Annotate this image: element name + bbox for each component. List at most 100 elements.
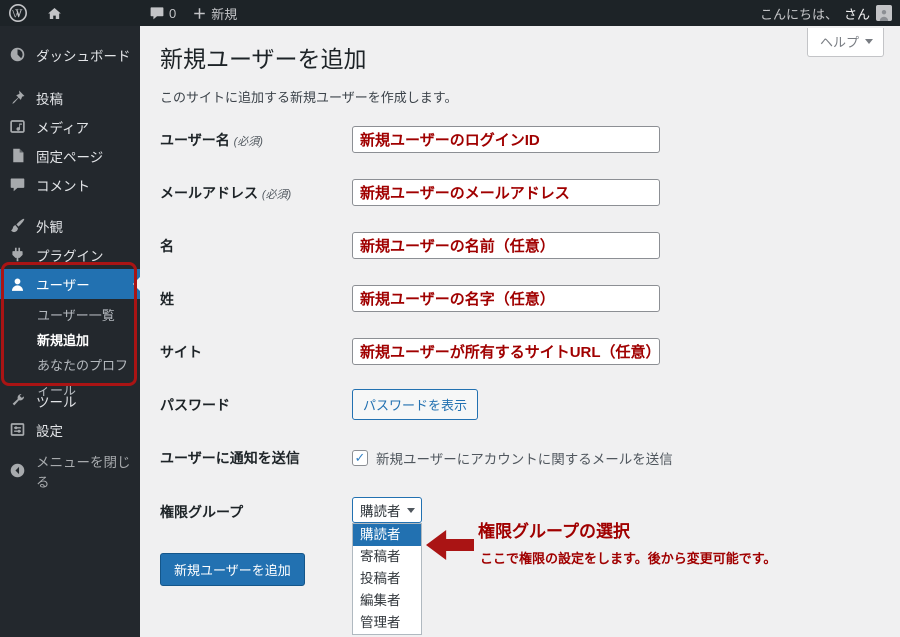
- submenu-item-user-list[interactable]: ユーザー一覧: [0, 303, 140, 328]
- annotation-arrow-left-icon: [426, 530, 474, 560]
- comments-count: 0: [169, 5, 177, 21]
- page-subtitle: このサイトに追加する新規ユーザーを作成します。: [160, 90, 458, 105]
- sidebar-item-label: コメント: [36, 178, 90, 194]
- sidebar-item-pages[interactable]: 固定ページ: [0, 141, 140, 170]
- wordpress-logo-icon: [9, 4, 27, 22]
- sidebar-item-users[interactable]: ユーザー: [0, 269, 140, 299]
- pin-icon: [12, 90, 25, 104]
- admin-sidebar: ダッシュボード 投稿 メディア 固定ページ コメント 外観 プラグイン ユーザー…: [0, 26, 140, 637]
- sidebar-item-appearance[interactable]: 外観: [0, 211, 140, 240]
- required-note: (必須): [261, 188, 292, 201]
- role-option-editor[interactable]: 編集者: [353, 590, 421, 612]
- sidebar-item-label: 投稿: [36, 91, 63, 107]
- role-select[interactable]: 購読者: [352, 497, 422, 523]
- collapse-icon: [10, 463, 25, 478]
- comments-icon: [10, 178, 25, 192]
- form-row-role: 権限グループ 購読者 購読者 寄稿者 投稿者 編集者 管理者 新規ユーザーを追加…: [160, 497, 880, 637]
- website-label: サイト: [160, 343, 202, 360]
- form-row-username: ユーザー名 (必須): [160, 126, 880, 153]
- first-name-field[interactable]: [352, 232, 660, 259]
- appearance-icon: [11, 218, 25, 233]
- password-label: パスワード: [160, 396, 230, 413]
- role-option-subscriber[interactable]: 購読者: [353, 524, 421, 546]
- sidebar-item-media[interactable]: メディア: [0, 112, 140, 141]
- form-row-email: メールアドレス (必須): [160, 179, 880, 206]
- send-notification-checkbox[interactable]: ✓: [352, 449, 368, 466]
- sidebar-item-label: 固定ページ: [36, 149, 104, 165]
- media-icon: [10, 120, 25, 133]
- site-home-link[interactable]: [38, 0, 71, 26]
- role-option-contributor[interactable]: 寄稿者: [353, 546, 421, 568]
- admin-bar-account[interactable]: こんにちは、 さん: [760, 4, 900, 23]
- last-name-label: 姓: [160, 290, 174, 307]
- person-icon: [879, 9, 889, 21]
- main-content: ヘルプ 新規ユーザーを追加 このサイトに追加する新規ユーザーを作成します。 ユー…: [140, 26, 900, 637]
- email-field[interactable]: [352, 179, 660, 206]
- account-name: さん: [843, 6, 870, 22]
- comment-bubble-icon: [150, 7, 164, 20]
- form-row-website: サイト: [160, 338, 880, 365]
- users-icon: [11, 278, 24, 291]
- sidebar-item-label: ダッシュボード: [36, 48, 131, 64]
- comments-shortcut[interactable]: 0: [141, 0, 184, 26]
- notification-checkbox-label: 新規ユーザーにアカウントに関するメールを送信: [376, 451, 673, 467]
- chevron-down-icon: [865, 39, 873, 48]
- annotation-body: ここで権限の設定をします。後から変更可能です。: [480, 551, 777, 566]
- sidebar-item-plugins[interactable]: プラグイン: [0, 240, 140, 269]
- email-label: メールアドレス (必須): [160, 184, 292, 201]
- form-row-password: パスワード パスワードを表示: [160, 389, 880, 420]
- dashboard-icon: [10, 47, 25, 62]
- sidebar-item-label: 設定: [36, 423, 63, 439]
- sidebar-item-label: メディア: [36, 120, 90, 136]
- new-content-button[interactable]: 新規: [184, 0, 245, 26]
- add-new-user-button[interactable]: 新規ユーザーを追加: [160, 553, 305, 586]
- plus-icon: [194, 7, 205, 19]
- role-dropdown-list: 購読者 寄稿者 投稿者 編集者 管理者: [352, 523, 422, 635]
- form-row-last-name: 姓: [160, 285, 880, 312]
- role-selected-value: 購読者: [360, 504, 401, 519]
- collapse-menu-button[interactable]: メニューを閉じる: [0, 455, 140, 490]
- sidebar-item-posts[interactable]: 投稿: [0, 83, 140, 112]
- last-name-field[interactable]: [352, 285, 660, 312]
- required-note: (必須): [233, 135, 263, 148]
- submenu-item-add-new[interactable]: 新規追加: [0, 328, 140, 353]
- page-title: 新規ユーザーを追加: [160, 46, 367, 72]
- avatar: [876, 5, 892, 21]
- form-row-first-name: 名: [160, 232, 880, 259]
- sidebar-item-tools[interactable]: ツール: [0, 386, 140, 415]
- wordpress-logo-icon[interactable]: [0, 0, 36, 26]
- role-label: 権限グループ: [160, 504, 244, 520]
- username-label: ユーザー名 (必須): [160, 131, 263, 148]
- website-field[interactable]: [352, 338, 660, 365]
- add-user-form: ユーザー名 (必須) メールアドレス (必須) 名 姓 サイト パスワード: [160, 126, 880, 637]
- notification-label: ユーザーに通知を送信: [160, 449, 300, 466]
- sidebar-item-label: プラグイン: [36, 248, 104, 264]
- new-content-label: 新規: [211, 6, 238, 22]
- sidebar-item-comments[interactable]: コメント: [0, 170, 140, 199]
- role-option-author[interactable]: 投稿者: [353, 568, 421, 590]
- sidebar-item-label: メニューを閉じる: [36, 454, 131, 490]
- first-name-label: 名: [160, 237, 174, 254]
- plugin-icon: [12, 247, 23, 262]
- show-password-button[interactable]: パスワードを表示: [352, 389, 479, 420]
- home-icon: [48, 7, 61, 19]
- sidebar-item-settings[interactable]: 設定: [0, 415, 140, 444]
- greeting-text: こんにちは、: [759, 6, 838, 22]
- tools-icon: [12, 393, 25, 406]
- sidebar-item-label: ツール: [36, 394, 77, 410]
- users-submenu: ユーザー一覧 新規追加 あなたのプロフィール: [0, 299, 140, 398]
- sidebar-item-dashboard[interactable]: ダッシュボード: [0, 40, 140, 69]
- help-label: ヘルプ: [819, 35, 859, 50]
- admin-bar: 0 新規 こんにちは、 さん: [0, 0, 900, 26]
- username-field[interactable]: [352, 126, 660, 153]
- help-button[interactable]: ヘルプ: [806, 28, 884, 57]
- role-option-administrator[interactable]: 管理者: [353, 612, 421, 634]
- sidebar-item-label: ユーザー: [36, 278, 90, 293]
- active-menu-arrow-icon: [133, 277, 140, 291]
- submenu-item-your-profile[interactable]: あなたのプロフィール: [0, 353, 140, 398]
- chevron-down-icon: [407, 507, 415, 517]
- form-row-notification: ユーザーに通知を送信 ✓ 新規ユーザーにアカウントに関するメールを送信: [160, 444, 880, 471]
- pages-icon: [13, 148, 24, 163]
- sidebar-item-label: 外観: [36, 219, 63, 235]
- annotation-heading: 権限グループの選択: [478, 522, 630, 541]
